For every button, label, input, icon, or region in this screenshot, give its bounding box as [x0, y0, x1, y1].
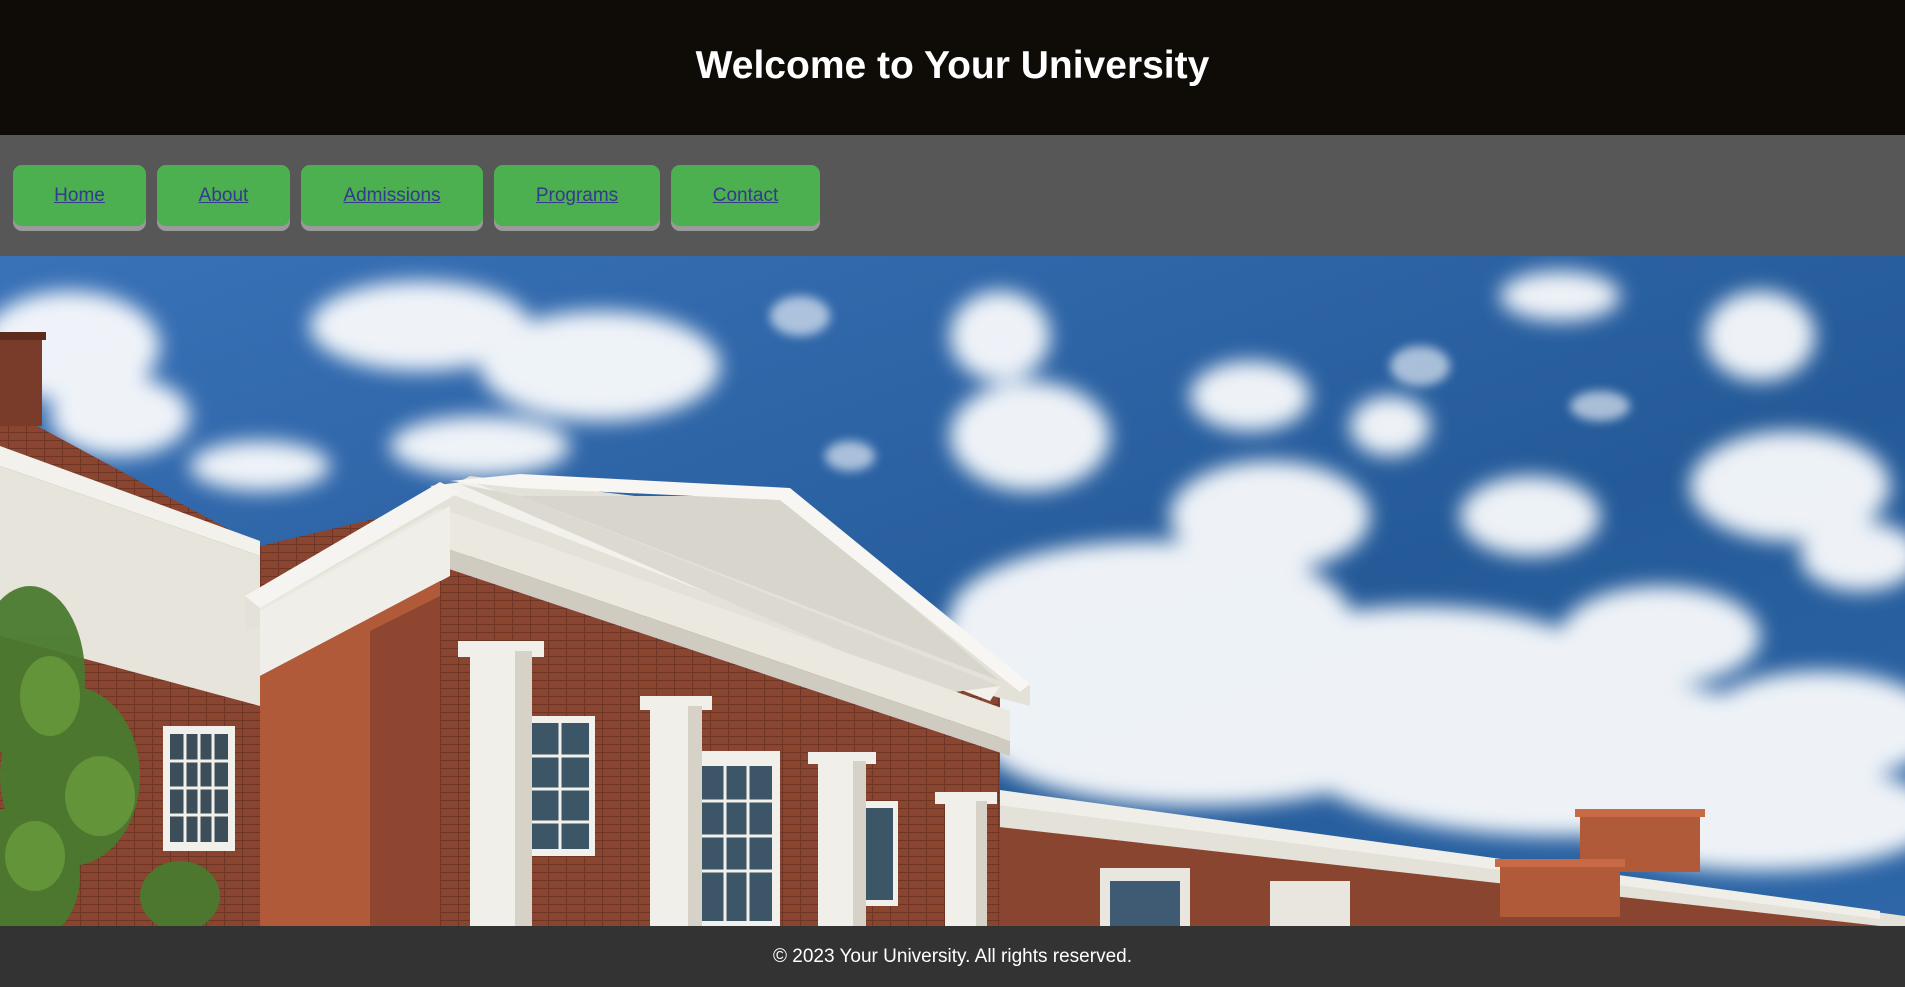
- nav-item-programs[interactable]: Programs: [494, 165, 660, 226]
- main-navigation: Home About Admissions Programs Contact: [0, 135, 1905, 256]
- window-center-1: [525, 716, 595, 856]
- nav-item-admissions[interactable]: Admissions: [301, 165, 483, 226]
- nav-item-contact[interactable]: Contact: [671, 165, 820, 226]
- campus-building-illustration: [0, 256, 1905, 926]
- nav-link-contact[interactable]: Contact: [713, 185, 778, 207]
- nav-item-home[interactable]: Home: [13, 165, 146, 226]
- window-center-2: [695, 751, 780, 926]
- site-header: Welcome to Your University: [0, 0, 1905, 135]
- nav-link-programs[interactable]: Programs: [536, 185, 618, 207]
- copyright-text: © 2023 Your University. All rights reser…: [773, 945, 1132, 967]
- nav-link-home[interactable]: Home: [54, 185, 105, 207]
- hero-image: [0, 256, 1905, 926]
- nav-item-about[interactable]: About: [157, 165, 290, 226]
- site-footer: © 2023 Your University. All rights reser…: [0, 926, 1905, 987]
- window-left: [163, 726, 235, 851]
- nav-link-admissions[interactable]: Admissions: [343, 185, 440, 207]
- nav-list: Home About Admissions Programs Contact: [13, 165, 820, 226]
- nav-link-about[interactable]: About: [199, 185, 249, 207]
- page-title: Welcome to Your University: [695, 43, 1210, 87]
